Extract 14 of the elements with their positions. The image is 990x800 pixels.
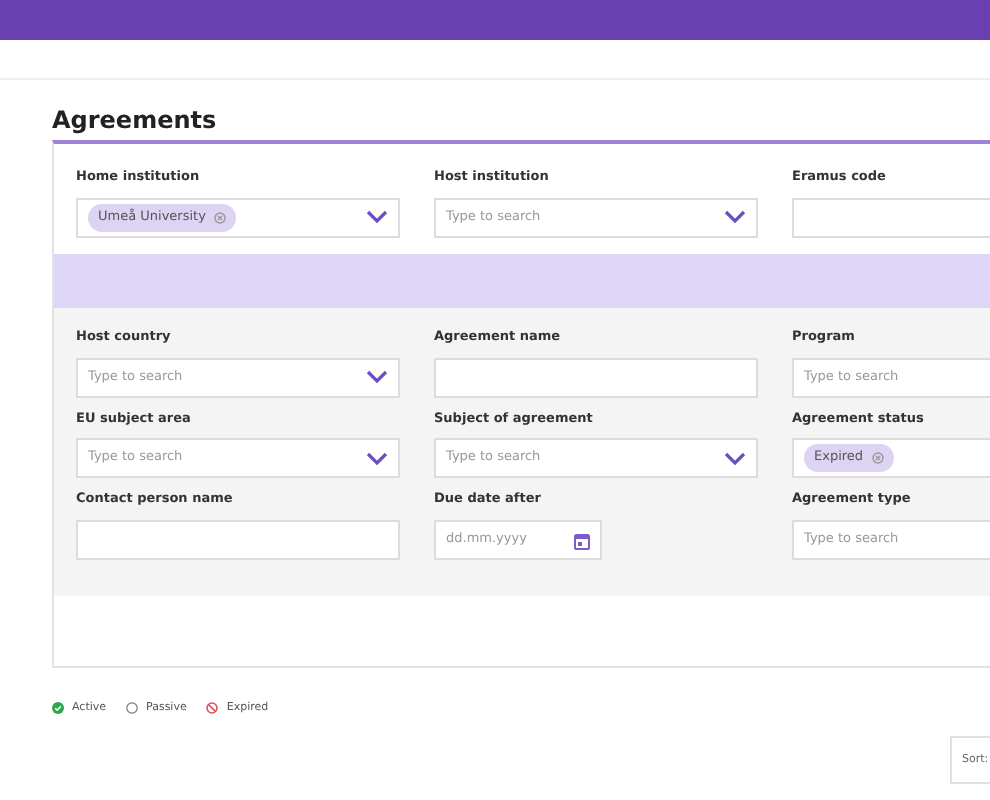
page-title: Agreements <box>52 104 219 138</box>
chevron-down-icon <box>724 451 746 466</box>
chevron-down-icon <box>724 210 746 225</box>
chevron-down-icon <box>366 451 388 466</box>
empty-circle-icon <box>126 702 139 715</box>
chevron-down-icon <box>366 210 388 225</box>
check-circle-icon <box>52 702 64 715</box>
remove-icon[interactable] <box>871 452 884 465</box>
ban-icon <box>206 702 219 715</box>
chevron-down-icon <box>366 370 388 384</box>
remove-icon[interactable] <box>213 211 226 224</box>
input-field[interactable] <box>76 520 400 560</box>
input-field[interactable] <box>434 357 758 397</box>
calendar-icon[interactable] <box>574 531 590 549</box>
